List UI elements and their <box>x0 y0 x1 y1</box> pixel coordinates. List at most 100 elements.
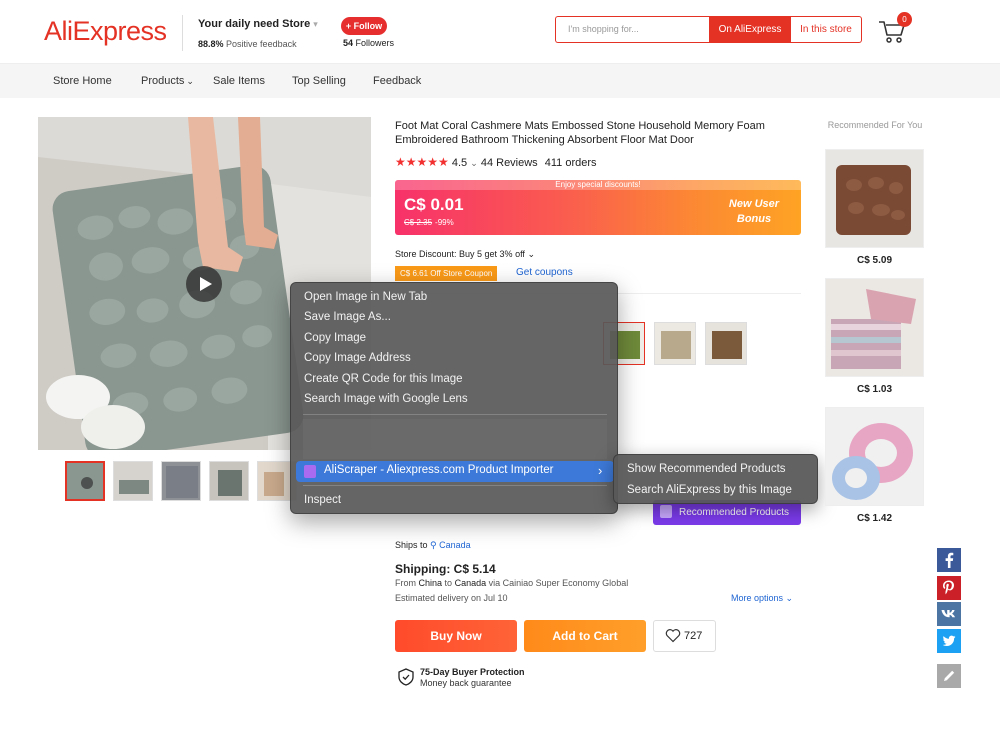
price-banner: Enjoy special discounts! C$ 0.01 C$ 2.35… <box>395 180 801 235</box>
menu-open-image-new-tab[interactable]: Open Image in New Tab <box>304 291 427 303</box>
menu-save-image-as[interactable]: Save Image As... <box>304 311 391 323</box>
from-country: China <box>418 578 443 588</box>
aliscraper-icon <box>304 465 316 478</box>
variant-beige-image <box>655 323 695 364</box>
menu-copy-image[interactable]: Copy Image <box>304 332 366 344</box>
to-country: Canada <box>454 578 487 588</box>
menu-search-by-image[interactable]: Search AliExpress by this Image <box>627 484 792 496</box>
facebook-icon[interactable] <box>937 548 961 572</box>
nav-top-selling[interactable]: Top Selling <box>292 75 346 87</box>
buyer-protection-title: 75-Day Buyer Protection <box>420 667 525 677</box>
shipping-carrier: via Cainiao Super Economy Global <box>488 578 629 588</box>
star-icon: ★★★★★ <box>395 155 449 169</box>
variant-option-brown[interactable] <box>705 322 747 365</box>
recommended-item-1[interactable] <box>825 149 924 248</box>
store-discount[interactable]: Store Discount: Buy 5 get 3% off ⌄ <box>395 249 535 260</box>
chevron-down-icon: ⌄ <box>527 249 535 259</box>
thumbnail-3-image <box>162 462 200 500</box>
thumbnail-1[interactable] <box>65 461 105 501</box>
more-options-link[interactable]: More options ⌄ <box>731 593 793 604</box>
recommended-item-2[interactable] <box>825 278 924 377</box>
edit-icon[interactable] <box>937 664 961 688</box>
wishlist-button[interactable]: 727 <box>653 620 716 652</box>
store-coupon-badge: C$ 6.61 Off Store Coupon <box>395 266 498 281</box>
recommended-item-1-image <box>826 150 923 247</box>
aliexpress-logo[interactable]: AliExpress <box>44 16 167 47</box>
menu-search-google-lens[interactable]: Search Image with Google Lens <box>304 393 468 405</box>
shipping-price: Shipping: C$ 5.14 <box>395 562 496 576</box>
nav-products-label: Products <box>141 75 185 87</box>
store-name[interactable]: Your daily need Store ▾ <box>198 18 318 30</box>
thumbnail-2-image <box>114 462 152 500</box>
thumbnail-1-image <box>67 463 103 499</box>
pinterest-icon[interactable] <box>937 576 961 600</box>
recommended-item-3-image <box>826 408 923 505</box>
feedback-label: Positive feedback <box>226 39 297 49</box>
aliscraper-icon <box>660 505 672 518</box>
shield-icon <box>398 668 414 686</box>
nav-sale-items[interactable]: Sale Items <box>213 75 265 87</box>
ships-to: Ships to ⚲ Canada <box>395 540 471 551</box>
more-options-label: More options <box>731 593 784 603</box>
thumbnail-4-image <box>210 462 248 500</box>
cart-count-badge: 0 <box>897 12 912 27</box>
search-in-store-button[interactable]: In this store <box>791 16 862 43</box>
rating-value: 4.5 <box>451 157 468 169</box>
location-pin-icon: ⚲ <box>430 540 437 550</box>
recommended-item-3[interactable] <box>825 407 924 506</box>
ships-to-country[interactable]: Canada <box>439 540 471 550</box>
variant-brown-image <box>706 323 746 364</box>
menu-separator <box>303 485 607 486</box>
original-price: C$ 2.35 -99% <box>404 218 454 227</box>
recommended-item-3-price: C$ 1.42 <box>856 513 893 524</box>
buy-now-button[interactable]: Buy Now <box>395 620 517 652</box>
menu-show-recommended-products[interactable]: Show Recommended Products <box>627 463 786 475</box>
strikethrough-price: C$ 2.35 <box>404 218 433 227</box>
current-price: C$ 0.01 <box>404 195 464 214</box>
chevron-down-icon: ▾ <box>313 19 318 29</box>
search-on-aliexpress-button[interactable]: On AliExpress <box>709 16 791 43</box>
ships-to-label: Ships to <box>395 540 428 550</box>
context-menu: Open Image in New Tab Save Image As... C… <box>290 282 618 514</box>
chevron-right-icon: › <box>598 463 603 478</box>
menu-aliscraper-extension[interactable]: AliScraper - Aliexpress.com Product Impo… <box>296 461 614 482</box>
buyer-protection-subtitle: Money back guarantee <box>420 678 512 688</box>
bonus-line-1: New User <box>728 198 780 210</box>
play-icon <box>200 277 212 291</box>
thumbnail-4[interactable] <box>209 461 249 501</box>
search-input[interactable]: I'm shopping for... <box>555 16 709 43</box>
product-title: Foot Mat Coral Cashmere Mats Embossed St… <box>395 120 765 146</box>
nav-store-home[interactable]: Store Home <box>53 75 112 87</box>
menu-blank-area <box>303 419 607 459</box>
chevron-down-icon[interactable]: ⌄ <box>470 158 478 168</box>
header-divider <box>182 15 183 51</box>
estimated-delivery: Estimated delivery on Jul 10 <box>395 593 508 603</box>
recommended-item-2-image <box>826 279 923 376</box>
menu-separator <box>303 414 607 415</box>
recommended-title: Recommended For You <box>827 120 923 130</box>
variant-option-beige[interactable] <box>654 322 696 365</box>
rating-row: ★★★★★ 4.5 ⌄ 44 Reviews 411 orders <box>395 155 597 169</box>
store-discount-text: Store Discount: Buy 5 get 3% off <box>395 249 525 259</box>
follow-button[interactable]: + Follow <box>341 17 387 35</box>
store-feedback: 88.8% Positive feedback <box>198 39 297 49</box>
menu-inspect[interactable]: Inspect <box>304 494 341 506</box>
bonus-line-2: Bonus <box>736 213 772 225</box>
add-to-cart-button[interactable]: Add to Cart <box>524 620 646 652</box>
discount-percent: -99% <box>435 218 454 227</box>
recommended-item-1-price: C$ 5.09 <box>856 255 893 266</box>
vk-icon[interactable] <box>937 602 961 626</box>
thumbnail-3[interactable] <box>161 461 201 501</box>
feedback-percent: 88.8% <box>198 39 224 49</box>
play-video-button[interactable] <box>186 266 222 302</box>
reviews-count[interactable]: 44 Reviews <box>481 157 538 169</box>
to-word: to <box>444 578 453 588</box>
nav-feedback[interactable]: Feedback <box>373 75 421 87</box>
twitter-icon[interactable] <box>937 629 961 653</box>
menu-copy-image-address[interactable]: Copy Image Address <box>304 352 411 364</box>
nav-products[interactable]: Products ⌄ <box>141 75 194 87</box>
get-coupons-link[interactable]: Get coupons <box>516 267 573 278</box>
menu-create-qr-code[interactable]: Create QR Code for this Image <box>304 373 463 385</box>
store-name-text: Your daily need Store <box>198 18 311 30</box>
thumbnail-2[interactable] <box>113 461 153 501</box>
